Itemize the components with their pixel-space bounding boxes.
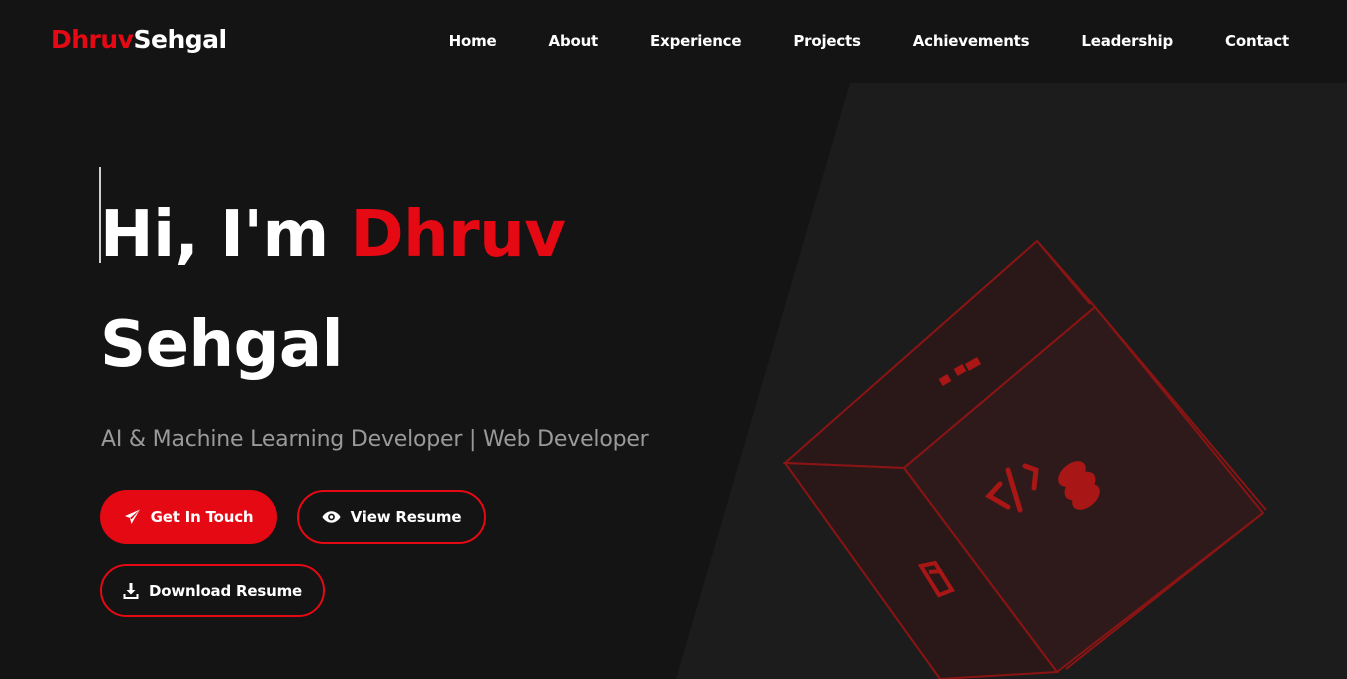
get-in-touch-button[interactable]: Get In Touch	[100, 490, 277, 544]
download-resume-label: Download Resume	[149, 581, 302, 600]
get-in-touch-label: Get In Touch	[150, 508, 254, 526]
view-resume-label: View Resume	[350, 508, 462, 526]
site-logo[interactable]: DhruvSehgal	[51, 25, 227, 54]
navbar: DhruvSehgal Home About Experience Projec…	[0, 0, 1347, 83]
hero-subtitle: AI & Machine Learning Developer | Web De…	[101, 427, 649, 452]
nav-link-contact[interactable]: Contact	[1225, 32, 1289, 50]
nav-link-leadership[interactable]: Leadership	[1081, 32, 1173, 50]
download-resume-button[interactable]: Download Resume	[100, 564, 325, 617]
download-icon	[123, 582, 139, 599]
view-resume-button[interactable]: View Resume	[297, 490, 486, 544]
eye-icon	[322, 511, 341, 523]
nav-link-experience[interactable]: Experience	[650, 32, 741, 50]
nav-links: Home About Experience Projects Achieveme…	[449, 32, 1290, 50]
logo-first-name: Dhruv	[51, 25, 134, 54]
nav-link-achievements[interactable]: Achievements	[913, 32, 1030, 50]
hero-title: Hi, I'm Dhruv Sehgal	[100, 180, 566, 400]
hero-name-first: Dhruv	[350, 198, 566, 272]
logo-last-name: Sehgal	[133, 25, 227, 54]
hero-name-last: Sehgal	[100, 308, 344, 382]
hero-greeting: Hi, I'm	[100, 198, 351, 272]
paper-plane-icon	[124, 509, 140, 524]
nav-link-home[interactable]: Home	[449, 32, 497, 50]
nav-link-projects[interactable]: Projects	[793, 32, 861, 50]
nav-link-about[interactable]: About	[549, 32, 599, 50]
